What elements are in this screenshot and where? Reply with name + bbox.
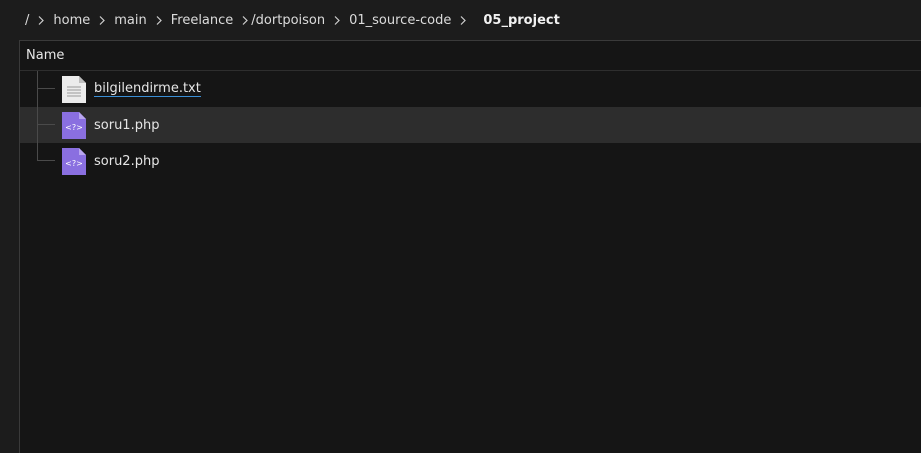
- list-item[interactable]: <?> soru1.php: [20, 107, 921, 143]
- breadcrumb-item-source-code[interactable]: 01_source-code: [341, 0, 459, 40]
- breadcrumb-label: Freelance: [170, 12, 234, 28]
- breadcrumb-current[interactable]: 05_project: [467, 0, 567, 40]
- file-name: soru1.php: [94, 117, 160, 133]
- file-name: soru2.php: [94, 153, 160, 169]
- tree-connector: [37, 124, 55, 125]
- svg-text:<?>: <?>: [65, 159, 83, 168]
- breadcrumb-label: home: [53, 12, 91, 28]
- chevron-right-icon: [155, 0, 163, 40]
- php-file-icon: <?>: [62, 112, 86, 139]
- breadcrumb-item-dortpoison[interactable]: /dortpoison: [249, 0, 333, 40]
- tree-line: [37, 107, 38, 143]
- file-list: bilgilendirme.txt <?> soru1.php <?> soru…: [20, 71, 921, 179]
- breadcrumb-root[interactable]: /: [0, 0, 37, 40]
- text-file-icon: [62, 76, 86, 103]
- tree-connector: [37, 160, 55, 161]
- breadcrumb-label: 01_source-code: [349, 12, 452, 28]
- list-item[interactable]: <?> soru2.php: [20, 143, 921, 179]
- tree-line: [37, 143, 38, 161]
- breadcrumb-item-home[interactable]: home: [45, 0, 98, 40]
- breadcrumb-current-label: 05_project: [483, 12, 560, 28]
- column-header-label: Name: [26, 48, 65, 63]
- breadcrumb-label: /dortpoison: [251, 12, 326, 28]
- breadcrumb-root-label: /: [25, 12, 30, 28]
- chevron-right-icon: [37, 0, 45, 40]
- file-name: bilgilendirme.txt: [94, 81, 201, 97]
- tree-connector: [37, 88, 55, 89]
- breadcrumb-item-main[interactable]: main: [106, 0, 154, 40]
- chevron-right-icon: [459, 0, 467, 40]
- list-item[interactable]: bilgilendirme.txt: [20, 71, 921, 107]
- breadcrumb-item-freelance[interactable]: Freelance: [163, 0, 242, 40]
- php-file-icon: <?>: [62, 148, 86, 175]
- svg-text:<?>: <?>: [65, 123, 83, 132]
- breadcrumb: / home main Freelance /dortpoison 01_sou…: [0, 0, 921, 40]
- file-list-panel: Name bilgilendirme.txt <?> soru1.php <?>…: [19, 40, 921, 453]
- breadcrumb-label: main: [114, 12, 147, 28]
- chevron-right-icon: [241, 0, 249, 40]
- chevron-right-icon: [98, 0, 106, 40]
- column-header-name[interactable]: Name: [20, 41, 921, 71]
- tree-line: [37, 71, 38, 107]
- chevron-right-icon: [333, 0, 341, 40]
